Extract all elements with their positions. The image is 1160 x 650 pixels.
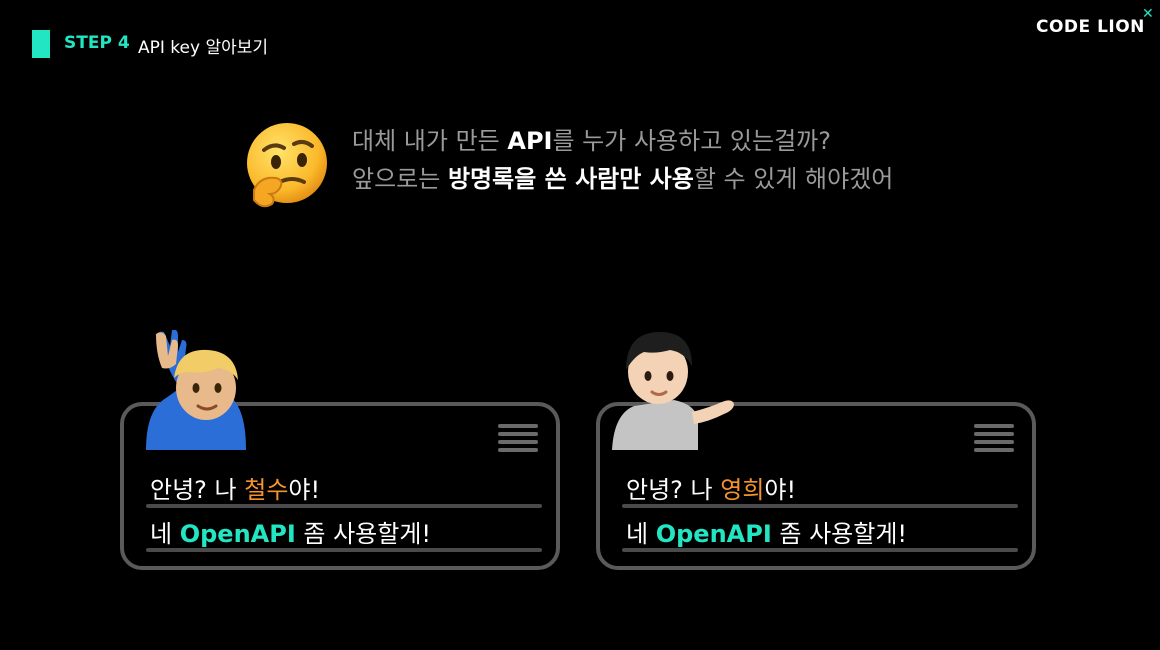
request-prefix: 네 <box>150 520 180 548</box>
greeting-suffix: 야! <box>764 476 797 504</box>
request-line: 네 OpenAPI 좀 사용할게! <box>626 514 907 549</box>
thought-line-1-part1: 대체 내가 만든 <box>352 127 508 155</box>
speaker-name: 철수 <box>244 476 289 504</box>
code-lion-logo: CODE LION ✕ <box>1034 6 1154 40</box>
request-prefix: 네 <box>626 520 656 548</box>
greeting-suffix: 야! <box>288 476 321 504</box>
thought-line-2-part1: 앞으로는 <box>352 165 448 193</box>
openapi-label: OpenAPI <box>655 520 772 548</box>
greeting-line: 안녕? 나 철수야! <box>150 470 320 505</box>
thought-line-1: 대체 내가 만든 API를 누가 사용하고 있는걸까? <box>352 122 893 160</box>
line-underline <box>622 504 1018 508</box>
line-underline <box>146 504 542 508</box>
line-underline <box>622 548 1018 552</box>
step-number: STEP 4 <box>64 33 130 53</box>
thought-line-2-part2: 할 수 있게 해야겠어 <box>693 165 894 193</box>
logo-spark-icon: ✕ <box>1142 6 1154 22</box>
slide-title: API key 알아보기 <box>138 38 269 58</box>
thought-line-1-part2: 를 누가 사용하고 있는걸까? <box>552 127 831 155</box>
thought-line-2-bold: 방명록을 쓴 사람만 사용 <box>447 165 694 193</box>
thinking-face-icon <box>247 123 327 208</box>
person-raising-hand-icon <box>146 330 246 450</box>
logo-text: CODE LION <box>1036 17 1145 37</box>
line-underline <box>146 548 542 552</box>
thought-line-1-bold: API <box>507 127 553 155</box>
step-accent-bar <box>32 30 50 58</box>
thought-text: 대체 내가 만든 API를 누가 사용하고 있는걸까? 앞으로는 방명록을 쓴 … <box>352 122 893 198</box>
request-line: 네 OpenAPI 좀 사용할게! <box>150 514 431 549</box>
greeting-line: 안녕? 나 영희야! <box>626 470 796 505</box>
decor-lines <box>974 424 1014 456</box>
speaker-name: 영희 <box>720 476 765 504</box>
openapi-label: OpenAPI <box>179 520 296 548</box>
greeting-prefix: 안녕? 나 <box>150 476 245 504</box>
decor-lines <box>498 424 538 456</box>
greeting-prefix: 안녕? 나 <box>626 476 721 504</box>
request-suffix: 좀 사용할게! <box>295 520 432 548</box>
request-suffix: 좀 사용할게! <box>771 520 908 548</box>
thought-line-2: 앞으로는 방명록을 쓴 사람만 사용할 수 있게 해야겠어 <box>352 160 893 198</box>
person-tipping-hand-icon <box>612 332 734 450</box>
